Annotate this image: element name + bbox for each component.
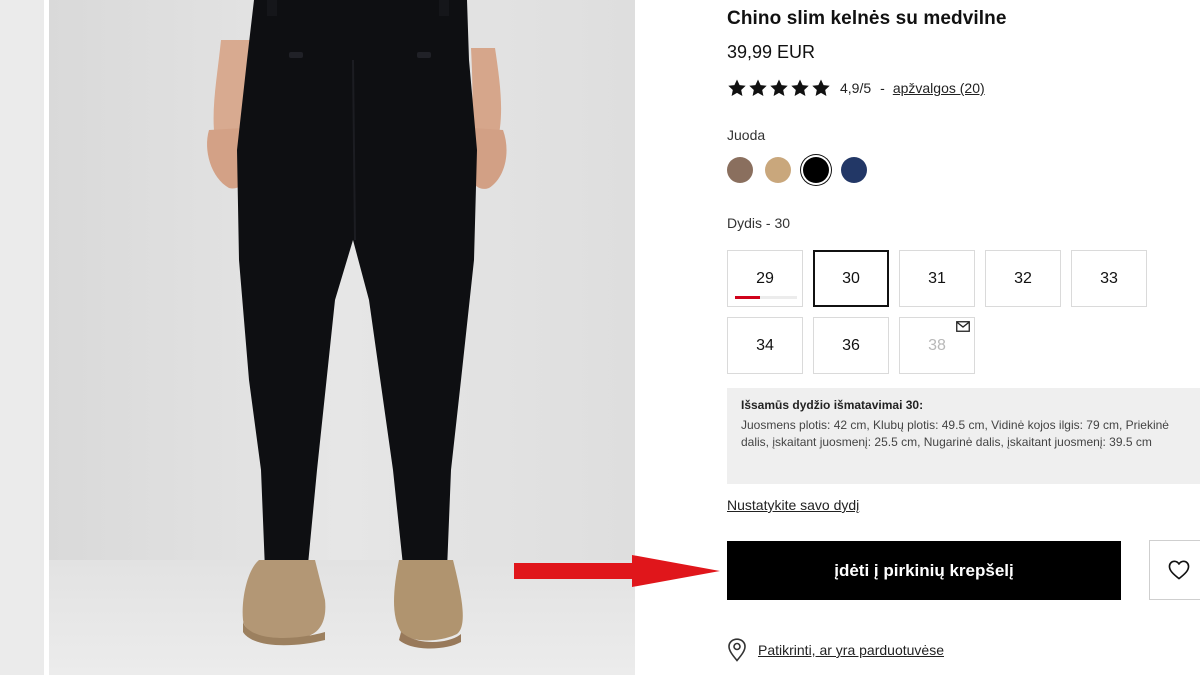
- measurements-title: Išsamūs dydžio išmatavimai 30:: [741, 398, 924, 412]
- color-swatch-beige[interactable]: [765, 157, 791, 183]
- low-stock-fill: [735, 296, 760, 299]
- reviews-link[interactable]: apžvalgos (20): [893, 80, 985, 96]
- rating-score: 4,9/5: [840, 80, 872, 96]
- store-availability-row: Patikrinti, ar yra parduotuvėse: [727, 638, 944, 662]
- mail-icon: [956, 321, 970, 332]
- rating-row: 4,9/5 - apžvalgos (20): [727, 78, 985, 98]
- color-swatch-brown[interactable]: [727, 157, 753, 183]
- product-price: 39,99 EUR: [727, 42, 816, 62]
- size-option-30[interactable]: 30: [813, 250, 889, 307]
- gallery-thumbnail-strip[interactable]: [0, 0, 44, 675]
- size-value: 29: [756, 269, 774, 287]
- product-title: Chino slim kelnės su medvilne: [727, 8, 1007, 29]
- add-to-cart-button[interactable]: įdėti į pirkinių krepšelį: [727, 541, 1121, 600]
- size-option-34[interactable]: 34: [727, 317, 803, 374]
- size-value: 33: [1100, 269, 1118, 287]
- store-availability-link[interactable]: Patikrinti, ar yra parduotuvėse: [758, 642, 944, 658]
- size-option-38[interactable]: 38: [899, 317, 975, 374]
- rating-separator: -: [880, 80, 885, 96]
- size-option-33[interactable]: 33: [1071, 250, 1147, 307]
- heart-icon: [1168, 560, 1190, 580]
- size-value: 36: [842, 336, 860, 354]
- size-value: 31: [928, 269, 946, 287]
- rating-stars: [727, 78, 831, 98]
- star-icon: [812, 79, 830, 96]
- low-stock-bar: [735, 296, 797, 299]
- size-option-32[interactable]: 32: [985, 250, 1061, 307]
- star-icon: [749, 79, 767, 96]
- measurements-text: Juosmens plotis: 42 cm, Klubų plotis: 49…: [741, 418, 1169, 449]
- size-value: 30: [842, 269, 860, 287]
- size-value: 34: [756, 336, 774, 354]
- color-swatch-navy[interactable]: [841, 157, 867, 183]
- size-option-36[interactable]: 36: [813, 317, 889, 374]
- color-label: Juoda: [727, 127, 766, 143]
- location-pin-icon: [728, 638, 746, 662]
- star-icon: [728, 79, 746, 96]
- color-swatches: [727, 157, 867, 183]
- size-finder-link[interactable]: Nustatykite savo dydį: [727, 497, 859, 513]
- wishlist-button[interactable]: [1149, 540, 1200, 600]
- size-value: 38: [928, 336, 946, 354]
- star-icon: [791, 79, 809, 96]
- star-icon: [770, 79, 788, 96]
- annotation-arrow-icon: [514, 555, 720, 587]
- size-label: Dydis - 30: [727, 215, 791, 231]
- size-measurements-box: Išsamūs dydžio išmatavimai 30: Juosmens …: [727, 388, 1200, 484]
- color-swatch-black[interactable]: [803, 157, 829, 183]
- size-option-31[interactable]: 31: [899, 250, 975, 307]
- size-option-29[interactable]: 29: [727, 250, 803, 307]
- size-value: 32: [1014, 269, 1032, 287]
